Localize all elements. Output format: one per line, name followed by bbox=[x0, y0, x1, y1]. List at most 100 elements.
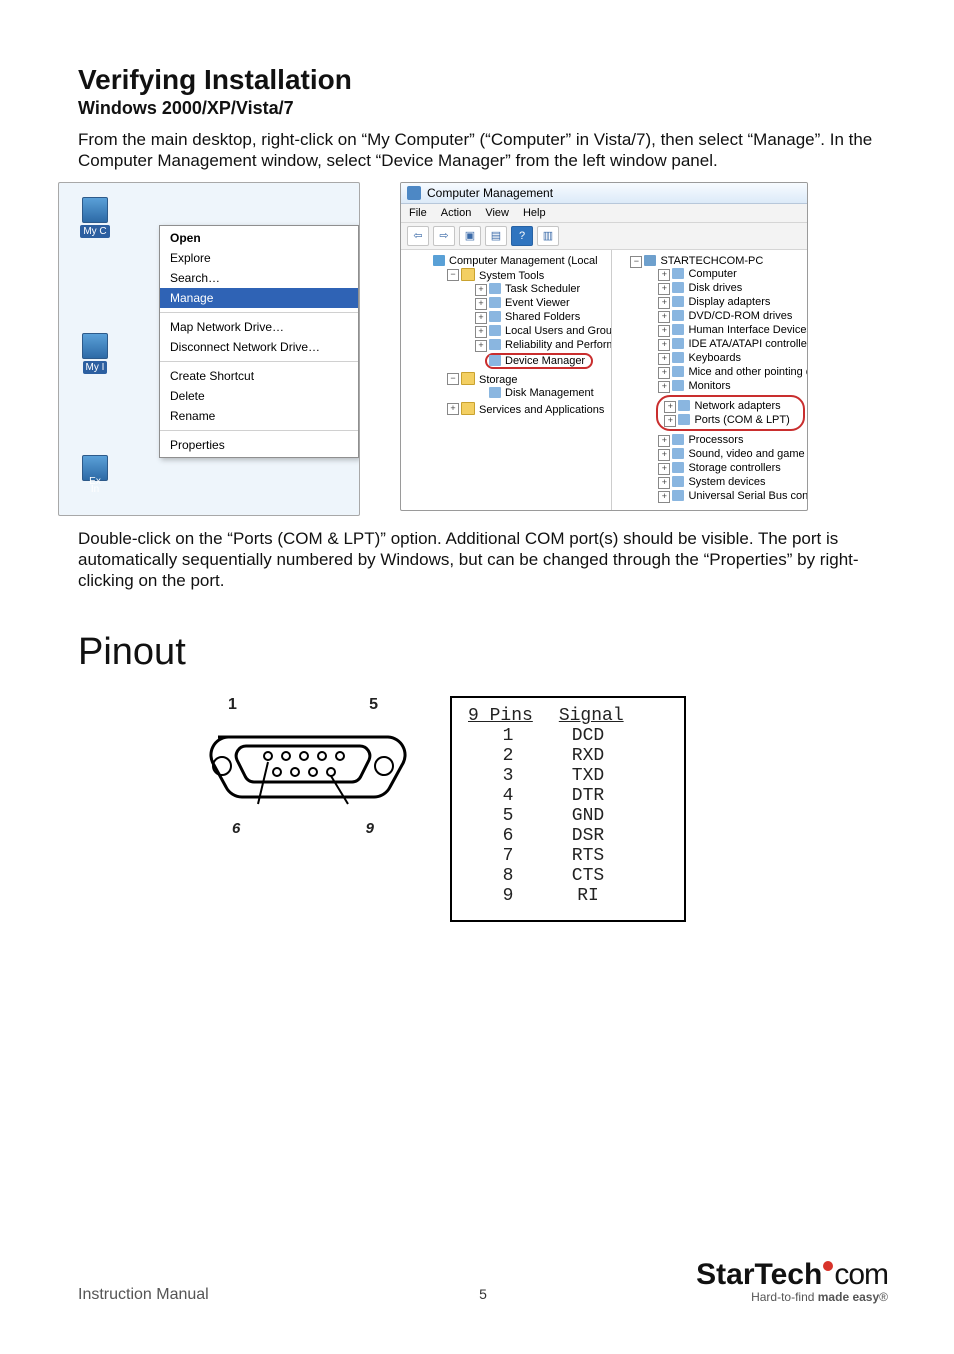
tree-item[interactable]: +Storage controllers bbox=[658, 461, 807, 475]
tree-item[interactable]: +Disk drives bbox=[658, 281, 807, 295]
tree-item[interactable]: +Event Viewer bbox=[475, 296, 611, 310]
expand-icon[interactable]: + bbox=[475, 298, 487, 310]
expand-icon[interactable]: + bbox=[658, 325, 670, 337]
tree-item[interactable]: +DVD/CD-ROM drives bbox=[658, 309, 807, 323]
expand-icon[interactable]: + bbox=[658, 381, 670, 393]
event-viewer-icon bbox=[489, 297, 501, 308]
device-category-icon bbox=[672, 366, 684, 377]
toolbar-button[interactable]: ▣ bbox=[459, 226, 481, 246]
toolbar-button[interactable]: ▤ bbox=[485, 226, 507, 246]
shared-folders-icon bbox=[489, 311, 501, 322]
context-menu: Open Explore Search… Manage Map Network … bbox=[159, 225, 359, 458]
menu-item-open[interactable]: Open bbox=[160, 228, 358, 248]
expand-icon[interactable]: + bbox=[658, 297, 670, 309]
toolbar-button[interactable]: ▥ bbox=[537, 226, 559, 246]
expand-icon[interactable]: + bbox=[658, 283, 670, 295]
tree-item[interactable]: +IDE ATA/ATAPI controllers bbox=[658, 337, 807, 351]
toolbar: ⇦ ⇨ ▣ ▤ ? ▥ bbox=[401, 223, 807, 250]
expand-icon[interactable]: + bbox=[475, 326, 487, 338]
menu-item-rename[interactable]: Rename bbox=[160, 406, 358, 426]
paragraph-instructions-2: Double-click on the “Ports (COM & LPT)” … bbox=[78, 528, 888, 592]
tree-item[interactable]: +Mice and other pointing devices bbox=[658, 365, 807, 379]
menu-item-create-shortcut[interactable]: Create Shortcut bbox=[160, 366, 358, 386]
expand-icon[interactable]: + bbox=[658, 477, 670, 489]
device-category-icon bbox=[672, 296, 684, 307]
expand-icon[interactable]: + bbox=[658, 339, 670, 351]
expand-icon[interactable]: + bbox=[658, 269, 670, 281]
tree-item[interactable]: +Computer bbox=[658, 267, 807, 281]
expand-icon[interactable]: + bbox=[664, 401, 676, 413]
collapse-icon[interactable]: − bbox=[447, 269, 459, 281]
table-row: 1DCD bbox=[468, 726, 668, 746]
menu-action[interactable]: Action bbox=[441, 207, 472, 219]
pin-label-1: 1 bbox=[228, 696, 237, 714]
tree-node-system-tools[interactable]: −System Tools +Task Scheduler +Event Vie… bbox=[447, 267, 611, 371]
menu-item-disconnect-drive[interactable]: Disconnect Network Drive… bbox=[160, 337, 358, 357]
tree-item[interactable]: +Local Users and Groups bbox=[475, 324, 611, 338]
screenshot-context-menu: My C My I In Ex Open Explore Search… Man… bbox=[58, 182, 360, 516]
tree-root[interactable]: Computer Management (Local −System Tools… bbox=[419, 254, 611, 418]
tree-item[interactable]: +Monitors bbox=[658, 379, 807, 393]
left-tree-pane: Computer Management (Local −System Tools… bbox=[401, 250, 612, 510]
tree-item[interactable]: +Sound, video and game controllers bbox=[658, 447, 807, 461]
tree-item[interactable]: +Task Scheduler bbox=[475, 282, 611, 296]
tree-item[interactable]: Disk Management bbox=[475, 386, 611, 400]
desktop-icon-label: My I bbox=[83, 361, 108, 374]
expand-icon[interactable]: + bbox=[658, 463, 670, 475]
tree-item[interactable]: +Universal Serial Bus controllers bbox=[658, 489, 807, 503]
expand-icon[interactable]: + bbox=[658, 353, 670, 365]
expand-icon[interactable]: + bbox=[658, 435, 670, 447]
window-title: Computer Management bbox=[427, 186, 553, 200]
tree-node-storage[interactable]: −Storage Disk Management bbox=[447, 371, 611, 401]
toolbar-forward-button[interactable]: ⇨ bbox=[433, 226, 455, 246]
tree-item[interactable]: +Network adapters bbox=[664, 399, 797, 413]
tree-item-device-manager[interactable]: Device Manager bbox=[475, 352, 611, 370]
expand-icon[interactable]: + bbox=[664, 415, 676, 427]
pinout-table: 9 Pins Signal 1DCD2RXD3TXD4DTR5GND6DSR7R… bbox=[450, 696, 686, 922]
desktop-icon bbox=[82, 333, 108, 359]
menu-item-manage[interactable]: Manage bbox=[160, 288, 358, 308]
expand-icon[interactable]: + bbox=[475, 340, 487, 352]
table-row: 4DTR bbox=[468, 786, 668, 806]
menu-item-search[interactable]: Search… bbox=[160, 268, 358, 288]
tree-item[interactable]: +Ports (COM & LPT) bbox=[664, 413, 797, 427]
menu-item-explore[interactable]: Explore bbox=[160, 248, 358, 268]
tree-item[interactable]: +Keyboards bbox=[658, 351, 807, 365]
toolbar-help-button[interactable]: ? bbox=[511, 226, 533, 246]
collapse-icon[interactable]: − bbox=[630, 256, 642, 268]
tree-item[interactable]: +Human Interface Devices bbox=[658, 323, 807, 337]
menu-separator bbox=[160, 312, 358, 313]
expand-icon[interactable]: + bbox=[447, 403, 459, 415]
table-row: 3TXD bbox=[468, 766, 668, 786]
toolbar-back-button[interactable]: ⇦ bbox=[407, 226, 429, 246]
heading-verifying: Verifying Installation bbox=[78, 64, 888, 96]
desktop-icon-label: My C bbox=[80, 225, 109, 238]
expand-icon[interactable]: + bbox=[658, 449, 670, 461]
collapse-icon[interactable]: − bbox=[447, 373, 459, 385]
tree-item[interactable]: +Reliability and Performa bbox=[475, 338, 611, 352]
menu-help[interactable]: Help bbox=[523, 207, 546, 219]
tree-item[interactable]: +Shared Folders bbox=[475, 310, 611, 324]
menu-item-delete[interactable]: Delete bbox=[160, 386, 358, 406]
pin-label-6: 6 bbox=[232, 820, 240, 837]
tree-root-pc[interactable]: −STARTECHCOM-PC +Computer+Disk drives+Di… bbox=[630, 254, 807, 504]
device-category-icon bbox=[678, 414, 690, 425]
expand-icon[interactable]: + bbox=[658, 491, 670, 503]
expand-icon[interactable]: + bbox=[658, 311, 670, 323]
expand-icon[interactable]: + bbox=[658, 367, 670, 379]
tree-item[interactable]: +Display adapters bbox=[658, 295, 807, 309]
expand-icon[interactable]: + bbox=[475, 284, 487, 296]
table-row: 8CTS bbox=[468, 866, 668, 886]
tree-item[interactable]: +System devices bbox=[658, 475, 807, 489]
menu-view[interactable]: View bbox=[485, 207, 509, 219]
tree-item[interactable]: +Processors bbox=[658, 433, 807, 447]
computer-management-icon bbox=[433, 255, 445, 266]
menu-item-map-drive[interactable]: Map Network Drive… bbox=[160, 317, 358, 337]
menu-item-properties[interactable]: Properties bbox=[160, 435, 358, 455]
tree-node-services[interactable]: +Services and Applications bbox=[447, 401, 611, 417]
desktop-icon-label: Ex bbox=[86, 475, 104, 488]
menu-file[interactable]: File bbox=[409, 207, 427, 219]
page-number: 5 bbox=[479, 1286, 487, 1302]
window-titlebar: Computer Management bbox=[401, 183, 807, 204]
expand-icon[interactable]: + bbox=[475, 312, 487, 324]
